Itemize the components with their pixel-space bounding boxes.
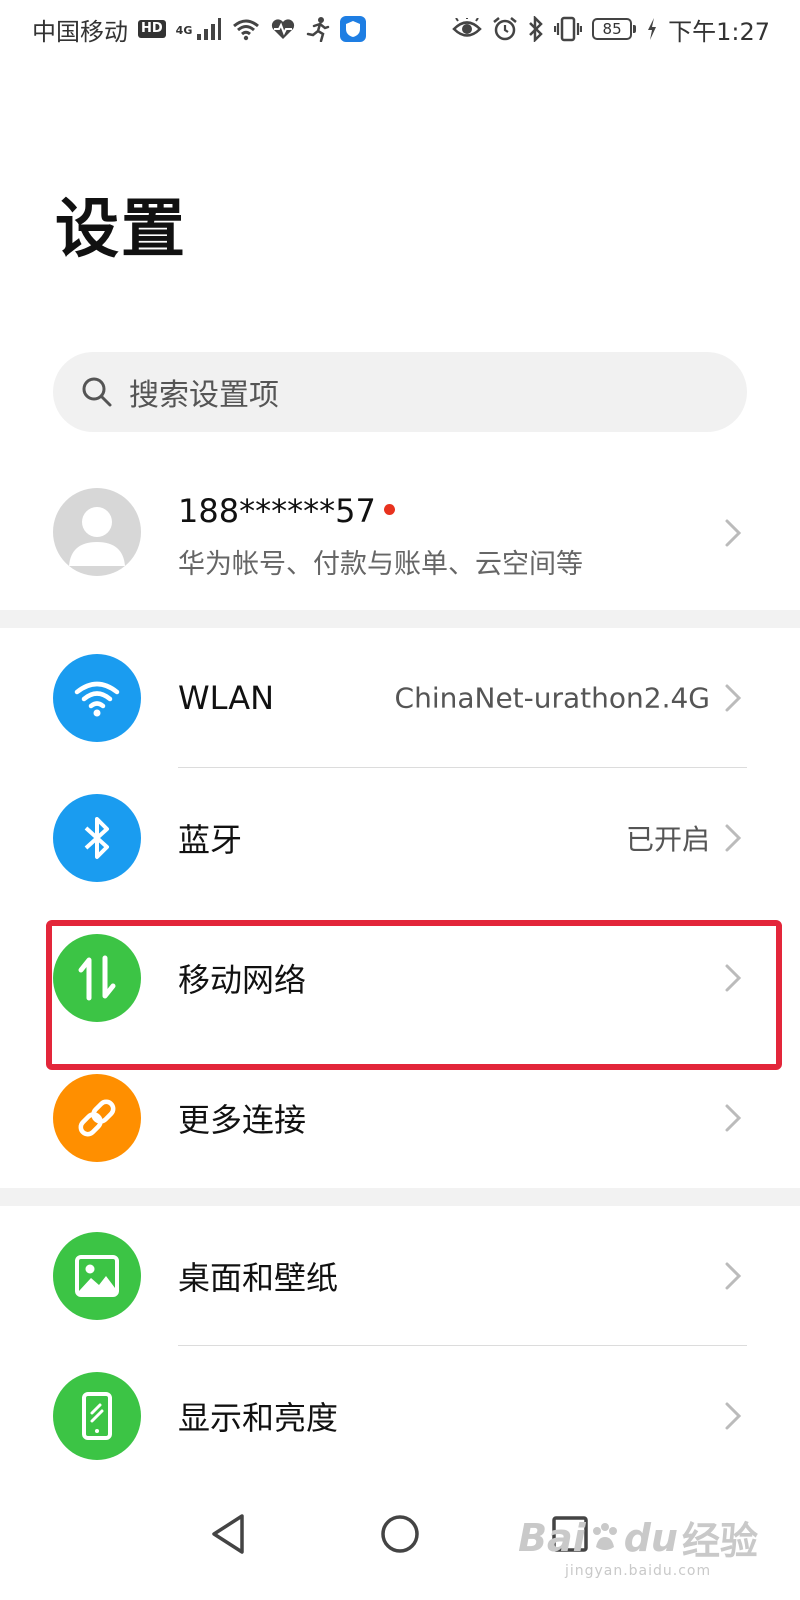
security-shield-icon xyxy=(340,15,367,43)
carrier-name: 中国移动 xyxy=(32,17,128,46)
group-separator xyxy=(0,1188,800,1206)
signal-icon xyxy=(196,15,222,43)
running-icon xyxy=(306,15,330,43)
settings-item-label: 蓝牙 xyxy=(178,821,243,859)
wifi-status-icon xyxy=(232,15,260,43)
charging-icon xyxy=(646,15,658,43)
page-title: 设置 xyxy=(55,193,187,267)
phone-display-icon xyxy=(53,1372,141,1460)
clock-time: 下午1:27 xyxy=(668,17,770,46)
wifi-icon xyxy=(53,654,141,742)
settings-item-desktop-wallpaper[interactable]: 桌面和壁纸 xyxy=(0,1206,800,1346)
search-input[interactable]: 搜索设置项 xyxy=(53,352,747,432)
chevron-right-icon xyxy=(725,1402,742,1430)
search-icon xyxy=(81,376,113,408)
chevron-right-icon xyxy=(725,519,742,547)
chevron-right-icon xyxy=(725,964,742,992)
settings-item-label: WLAN xyxy=(178,679,275,717)
chevron-right-icon xyxy=(725,684,742,712)
avatar xyxy=(53,488,141,576)
mobile-data-icon xyxy=(53,934,141,1022)
status-bar-left: 中国移动 HD 4G xyxy=(32,12,367,47)
status-bar: 中国移动 HD 4G 85 下午1:27 xyxy=(0,0,800,58)
settings-item-label: 桌面和壁纸 xyxy=(178,1259,339,1297)
settings-item-more-connections[interactable]: 更多连接 xyxy=(0,1048,800,1188)
eye-comfort-icon xyxy=(452,15,482,43)
settings-item-wlan[interactable]: WLAN ChinaNet-urathon2.4G xyxy=(0,628,800,768)
baidu-jingyan-watermark: Bai du 经验 jingyan.baidu.com xyxy=(518,1510,758,1580)
watermark-brand2: du xyxy=(623,1515,678,1560)
network-type: 4G xyxy=(175,23,193,37)
settings-item-mobile-network[interactable]: 移动网络 xyxy=(0,908,800,1048)
settings-item-display-brightness[interactable]: 显示和亮度 xyxy=(0,1346,800,1486)
battery-indicator: 85 xyxy=(592,18,637,40)
watermark-url: jingyan.baidu.com xyxy=(564,1563,712,1579)
settings-item-label: 移动网络 xyxy=(178,961,307,999)
settings-item-label: 更多连接 xyxy=(178,1101,307,1139)
chevron-right-icon xyxy=(725,824,742,852)
back-button[interactable] xyxy=(198,1504,258,1564)
battery-level: 85 xyxy=(602,20,622,38)
watermark-cn: 经验 xyxy=(681,1519,758,1563)
account-row[interactable]: 188******57 华为帐号、付款与账单、云空间等 xyxy=(0,470,800,610)
settings-item-bluetooth[interactable]: 蓝牙 已开启 xyxy=(0,768,800,908)
settings-item-label: 显示和亮度 xyxy=(178,1399,339,1437)
watermark-brand: Bai xyxy=(518,1515,586,1560)
account-name-wrap: 188******57 xyxy=(178,492,395,530)
image-icon xyxy=(53,1232,141,1320)
home-button[interactable] xyxy=(370,1504,430,1564)
alarm-icon xyxy=(492,15,518,43)
hd-badge: HD xyxy=(138,20,166,38)
notification-dot xyxy=(383,503,395,515)
bluetooth-icon xyxy=(53,794,141,882)
status-bar-right: 85 下午1:27 xyxy=(452,12,770,47)
heart-rate-icon xyxy=(270,15,296,43)
chevron-right-icon xyxy=(725,1104,742,1132)
bluetooth-status-icon xyxy=(528,15,544,43)
account-subtitle: 华为帐号、付款与账单、云空间等 xyxy=(178,549,583,580)
paw-icon xyxy=(592,1522,617,1550)
group-separator xyxy=(0,610,800,628)
wlan-network-name: ChinaNet-urathon2.4G xyxy=(394,681,710,715)
account-name: 188******57 xyxy=(178,492,376,530)
chevron-right-icon xyxy=(725,1262,742,1290)
bluetooth-status: 已开启 xyxy=(625,823,710,856)
search-placeholder: 搜索设置项 xyxy=(129,378,279,413)
link-icon xyxy=(53,1074,141,1162)
vibrate-icon xyxy=(554,15,583,43)
